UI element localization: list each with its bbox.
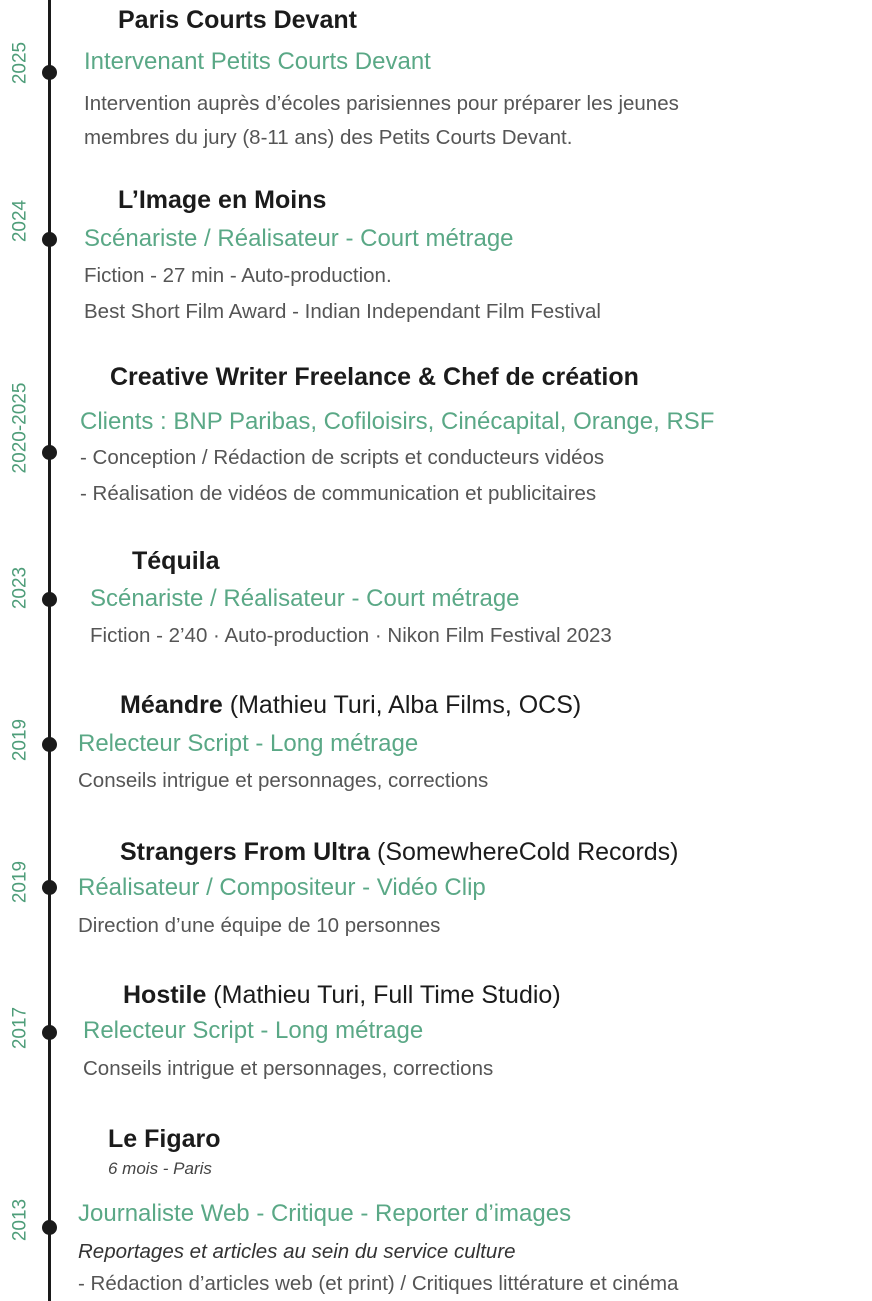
entry-description-line: Fiction - 27 min - Auto-production.	[84, 264, 392, 287]
entry-role: Clients : BNP Paribas, Cofiloisirs, Ciné…	[80, 408, 715, 435]
entry-title: Hostile (Mathieu Turi, Full Time Studio)	[123, 981, 561, 1009]
timeline-dot	[42, 880, 57, 895]
timeline-dot	[42, 737, 57, 752]
timeline-dot	[42, 232, 57, 247]
timeline-dot	[42, 65, 57, 80]
entry-title: Méandre (Mathieu Turi, Alba Films, OCS)	[120, 691, 582, 719]
timeline-dot	[42, 445, 57, 460]
entry-description-line: - Réalisation de vidéos de communication…	[80, 482, 597, 505]
entry-description-line: Conseils intrigue et personnages, correc…	[83, 1057, 494, 1080]
entry-description-line: membres du jury (8-11 ans) des Petits Co…	[84, 126, 573, 149]
entry-role: Scénariste / Réalisateur - Court métrage	[90, 585, 520, 612]
entry-title: Le Figaro	[108, 1125, 221, 1153]
entry-year: 2017	[9, 1006, 31, 1050]
entry-year: 2020-2025	[9, 382, 31, 474]
timeline-line	[48, 0, 51, 1301]
entry-role: Scénariste / Réalisateur - Court métrage	[84, 225, 514, 252]
entry-year: 2024	[9, 199, 31, 243]
entry-description-line: Fiction - 2’40 · Auto-production · Nikon…	[90, 624, 612, 647]
entry-role: Réalisateur / Compositeur - Vidéo Clip	[78, 874, 486, 901]
entry-role: Relecteur Script - Long métrage	[78, 730, 419, 757]
entry-description-line: Reportages et articles au sein du servic…	[78, 1240, 516, 1263]
entry-description-line: Conseils intrigue et personnages, correc…	[78, 769, 489, 792]
entry-description-line: Intervention auprès d’écoles parisiennes…	[84, 92, 679, 115]
entry-role: Relecteur Script - Long métrage	[83, 1017, 424, 1044]
entry-title: Strangers From Ultra (SomewhereCold Reco…	[120, 838, 679, 866]
entry-year: 2019	[9, 718, 31, 762]
entry-year: 2023	[9, 566, 31, 610]
timeline-dot	[42, 592, 57, 607]
entry-title: Creative Writer Freelance & Chef de créa…	[110, 363, 639, 391]
entry-description-line: - Rédaction d’articles web (et print) / …	[78, 1272, 679, 1295]
entry-meta: 6 mois - Paris	[108, 1159, 212, 1178]
timeline-dot	[42, 1025, 57, 1040]
entry-year: 2013	[9, 1198, 31, 1242]
entry-title: Téquila	[132, 547, 220, 575]
entry-role: Journaliste Web - Critique - Reporter d’…	[78, 1200, 572, 1227]
entry-year: 2019	[9, 860, 31, 904]
entry-role: Intervenant Petits Courts Devant	[84, 48, 431, 75]
timeline-dot	[42, 1220, 57, 1235]
entry-year: 2025	[9, 41, 31, 85]
entry-description-line: Best Short Film Award - Indian Independa…	[84, 300, 601, 323]
entry-title: Paris Courts Devant	[118, 6, 357, 34]
entry-title: L’Image en Moins	[118, 186, 327, 214]
entry-description-line: - Conception / Rédaction de scripts et c…	[80, 446, 605, 469]
entry-description-line: Direction d’une équipe de 10 personnes	[78, 914, 441, 937]
